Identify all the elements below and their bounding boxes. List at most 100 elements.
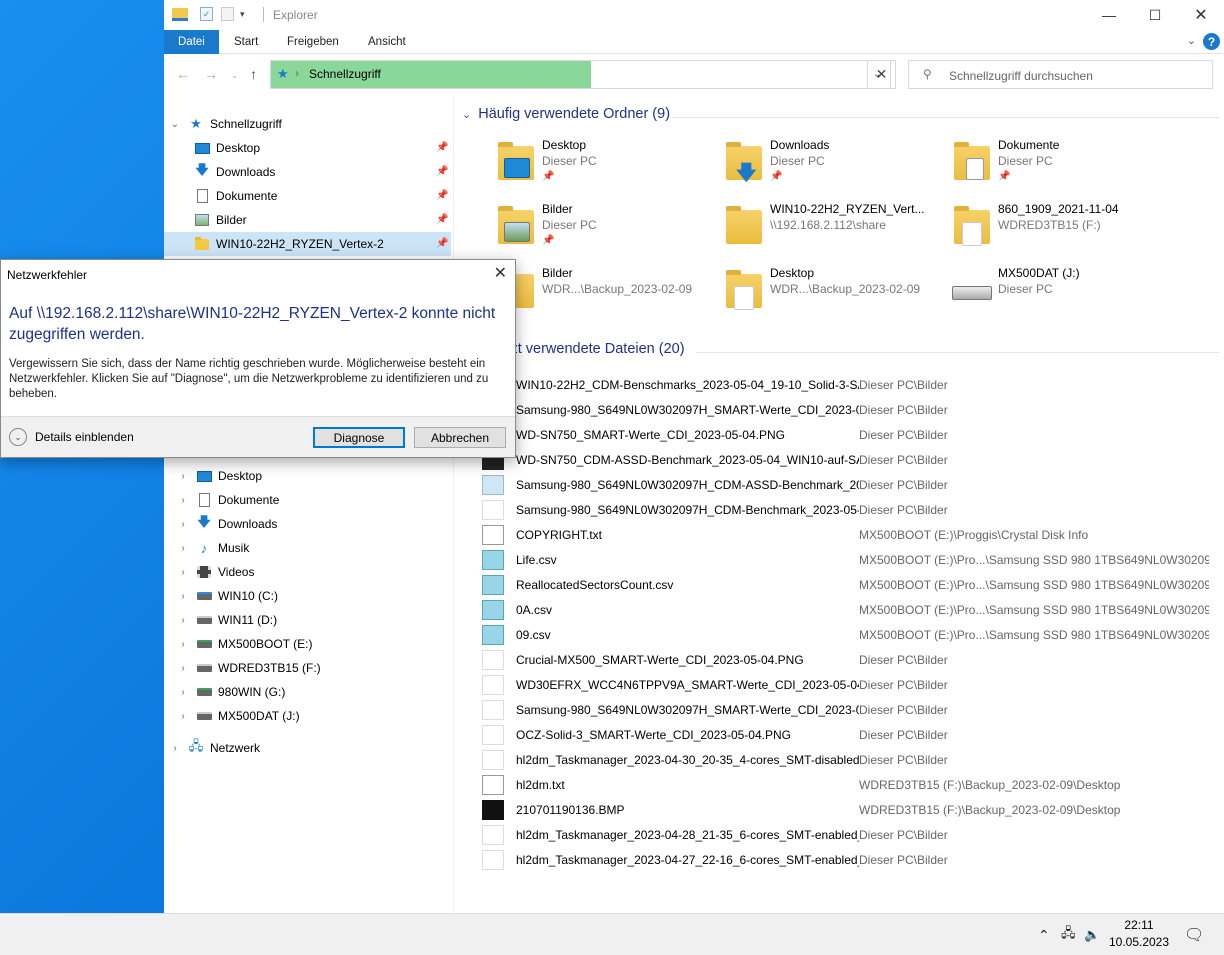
breadcrumb-path[interactable]: Schnellzugriff — [309, 67, 381, 81]
sidebar-item-thispc-downloads[interactable]: › 🡇 Downloads — [176, 512, 277, 536]
details-toggle[interactable]: ⌄ Details einblenden — [9, 428, 134, 446]
file-name: hl2dm_Taskmanager_2023-04-27_22-16_6-cor… — [516, 852, 859, 867]
file-location: Dieser PC\Bilder — [859, 752, 948, 767]
collapsed-chevron-icon[interactable]: › — [176, 711, 190, 722]
recent-file-row[interactable]: Crucial-MX500_SMART-Werte_CDI_2023-05-04… — [482, 647, 1222, 672]
volume-icon[interactable]: 🔈 — [1084, 914, 1100, 955]
sidebar-label: WIN10-22H2_RYZEN_Vertex-2 — [216, 237, 384, 251]
collapsed-chevron-icon[interactable]: › — [176, 663, 190, 674]
recent-file-row[interactable]: Samsung-980_S649NL0W302097H_CDM-ASSD-Ben… — [482, 472, 1222, 497]
cancel-button[interactable]: Abbrechen — [414, 427, 506, 448]
sidebar-item-desktop[interactable]: Desktop — [194, 136, 260, 160]
recent-file-row[interactable]: 210701190136.BMP WDRED3TB15 (F:)\Backup_2… — [482, 797, 1222, 822]
tab-ansicht[interactable]: Ansicht — [354, 30, 420, 54]
tab-datei[interactable]: Datei — [164, 30, 219, 54]
collapsed-chevron-icon[interactable]: › — [168, 743, 182, 754]
sidebar-item-drive-g[interactable]: › 980WIN (G:) — [176, 680, 285, 704]
customize-toolbar-icon[interactable]: ▾ — [240, 9, 245, 20]
recent-file-row[interactable]: hl2dm_Taskmanager_2023-04-30_20-35_4-cor… — [482, 747, 1222, 772]
folder-tile[interactable]: WIN10-22H2_RYZEN_Vert... \\192.168.2.112… — [724, 202, 944, 262]
folder-tile[interactable]: Desktop Dieser PC 📌 — [496, 138, 716, 198]
sidebar-item-network-share[interactable]: WIN10-22H2_RYZEN_Vertex-2 — [164, 232, 451, 256]
show-hidden-icons-chevron-icon[interactable]: ⌃ — [1038, 914, 1050, 955]
collapsed-chevron-icon[interactable]: › — [176, 495, 190, 506]
forward-arrow-icon[interactable]: → — [204, 66, 218, 82]
collapse-chevron-icon[interactable]: ⌄ — [462, 108, 471, 121]
folder-tile[interactable]: Desktop WDR...\Backup_2023-02-09 — [724, 266, 944, 326]
folder-tile[interactable]: 🡇 Downloads Dieser PC 📌 — [724, 138, 944, 198]
file-location: Dieser PC\Bilder — [859, 452, 948, 467]
up-arrow-icon[interactable]: ↑ — [250, 66, 257, 82]
folder-tile[interactable]: Bilder WDR...\Backup_2023-02-09 — [496, 266, 716, 326]
desktop-icon — [196, 468, 212, 484]
new-folder-icon[interactable] — [221, 7, 234, 21]
recent-file-row[interactable]: WIN10-22H2_CDM-Benschmarks_2023-05-04_19… — [482, 372, 1222, 397]
sidebar-item-thispc-desktop[interactable]: › Desktop — [176, 464, 262, 488]
recent-file-row[interactable]: ReallocatedSectorsCount.csv MX500BOOT (E:… — [482, 572, 1222, 597]
sidebar-item-thispc-documents[interactable]: › Dokumente — [176, 488, 279, 512]
recent-file-row[interactable]: 09.csv MX500BOOT (E:)\Pro...\Samsung SSD … — [482, 622, 1222, 647]
recent-file-row[interactable]: hl2dm.txt WDRED3TB15 (F:)\Backup_2023-02-… — [482, 772, 1222, 797]
help-button[interactable]: ? — [1203, 33, 1220, 50]
expand-circle-chevron-icon[interactable]: ⌄ — [9, 428, 27, 446]
recent-file-row[interactable]: hl2dm_Taskmanager_2023-04-27_22-16_6-cor… — [482, 847, 1222, 872]
diagnose-button[interactable]: Diagnose — [313, 427, 405, 448]
collapsed-chevron-icon[interactable]: › — [176, 687, 190, 698]
tab-start[interactable]: Start — [220, 30, 272, 54]
folder-tile[interactable]: MX500DAT (J:) Dieser PC — [952, 266, 1172, 326]
recent-file-row[interactable]: Samsung-980_S649NL0W302097H_SMART-Werte_… — [482, 397, 1222, 422]
breadcrumb-chevron-icon[interactable]: › — [295, 66, 299, 80]
collapsed-chevron-icon[interactable]: › — [176, 591, 190, 602]
stop-loading-icon[interactable]: ✕ — [867, 60, 896, 89]
sidebar-item-drive-j[interactable]: › MX500DAT (J:) — [176, 704, 299, 728]
back-arrow-icon[interactable]: ← — [176, 66, 190, 82]
frequent-folders-header[interactable]: ⌄ Häufig verwendete Ordner (9) — [462, 106, 670, 122]
dialog-close-icon[interactable]: ✕ — [494, 263, 507, 283]
maximize-button[interactable]: ☐ — [1132, 0, 1178, 30]
notification-center-icon[interactable]: 🗨 — [1184, 914, 1204, 955]
sidebar-item-network[interactable]: › 🖧 Netzwerk — [168, 736, 260, 760]
expanded-chevron-icon[interactable]: ⌄ — [168, 119, 182, 130]
collapsed-chevron-icon[interactable]: › — [176, 471, 190, 482]
recent-file-row[interactable]: Life.csv MX500BOOT (E:)\Pro...\Samsung SS… — [482, 547, 1222, 572]
sidebar-item-drive-e[interactable]: › MX500BOOT (E:) — [176, 632, 312, 656]
sidebar-item-pictures[interactable]: Bilder — [194, 208, 247, 232]
tab-freigeben[interactable]: Freigeben — [273, 30, 353, 54]
collapsed-chevron-icon[interactable]: › — [176, 639, 190, 650]
recent-file-row[interactable]: OCZ-Solid-3_SMART-Werte_CDI_2023-05-04.P… — [482, 722, 1222, 747]
recent-locations-icon[interactable]: ⌄ — [231, 70, 239, 81]
sidebar-item-downloads[interactable]: 🡇 Downloads — [194, 160, 275, 184]
sidebar-item-videos[interactable]: › Videos — [176, 560, 254, 584]
sidebar-label: WDRED3TB15 (F:) — [218, 661, 321, 675]
collapsed-chevron-icon[interactable]: › — [176, 567, 190, 578]
sidebar-item-documents[interactable]: Dokumente — [194, 184, 277, 208]
recent-file-row[interactable]: Samsung-980_S649NL0W302097H_SMART-Werte_… — [482, 697, 1222, 722]
recent-file-row[interactable]: WD30EFRX_WCC4N6TPPV9A_SMART-Werte_CDI_20… — [482, 672, 1222, 697]
recent-file-row[interactable]: hl2dm_Taskmanager_2023-04-28_21-35_6-cor… — [482, 822, 1222, 847]
close-button[interactable]: ✕ — [1178, 0, 1224, 30]
minimize-button[interactable]: — — [1086, 0, 1132, 30]
system-clock[interactable]: 22:11 10.05.2023 — [1104, 917, 1174, 951]
recent-file-row[interactable]: WD-SN750_SMART-Werte_CDI_2023-05-04.PNG D… — [482, 422, 1222, 447]
address-bar[interactable]: ★ › Schnellzugriff ⌄ — [270, 60, 891, 89]
recent-file-row[interactable]: 0A.csv MX500BOOT (E:)\Pro...\Samsung SSD … — [482, 597, 1222, 622]
properties-icon[interactable]: ✓ — [200, 7, 213, 21]
sidebar-item-drive-d[interactable]: › WIN11 (D:) — [176, 608, 277, 632]
folder-tile[interactable]: Bilder Dieser PC 📌 — [496, 202, 716, 262]
sidebar-item-music[interactable]: › ♪ Musik — [176, 536, 249, 560]
collapsed-chevron-icon[interactable]: › — [176, 543, 190, 554]
folder-tile[interactable]: 860_1909_2021-11-04 WDRED3TB15 (F:) — [952, 202, 1172, 262]
folder-tile[interactable]: Dokumente Dieser PC 📌 — [952, 138, 1172, 198]
sidebar-item-quick-access[interactable]: ⌄ ★ Schnellzugriff — [168, 112, 282, 136]
recent-file-row[interactable]: WD-SN750_CDM-ASSD-Benchmark_2023-05-04_W… — [482, 447, 1222, 472]
recent-file-row[interactable]: COPYRIGHT.txt MX500BOOT (E:)\Proggis\Crys… — [482, 522, 1222, 547]
expand-ribbon-icon[interactable]: ⌄ — [1187, 34, 1196, 47]
collapsed-chevron-icon[interactable]: › — [176, 519, 190, 530]
recent-file-row[interactable]: Samsung-980_S649NL0W302097H_CDM-Benchmar… — [482, 497, 1222, 522]
sidebar-item-drive-f[interactable]: › WDRED3TB15 (F:) — [176, 656, 321, 680]
search-input[interactable]: ⚲ Schnellzugriff durchsuchen — [908, 60, 1213, 89]
sidebar-item-drive-c[interactable]: › WIN10 (C:) — [176, 584, 278, 608]
film-icon — [196, 564, 212, 580]
network-status-icon[interactable]: 🖧 — [1061, 914, 1076, 955]
collapsed-chevron-icon[interactable]: › — [176, 615, 190, 626]
